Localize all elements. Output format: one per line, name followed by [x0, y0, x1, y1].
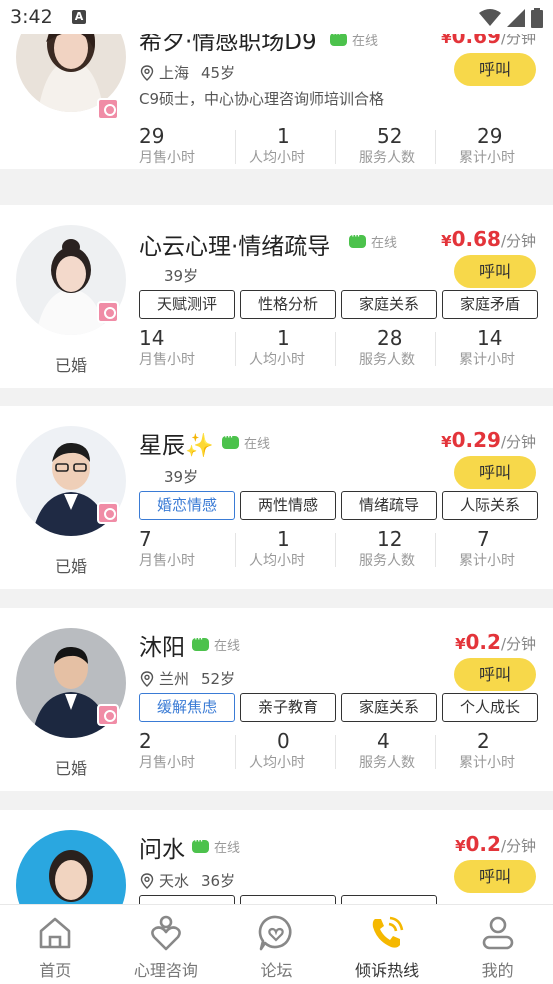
user-icon: [482, 916, 513, 950]
location-pin-icon: [140, 670, 154, 687]
signal-icon: [507, 9, 525, 27]
tag[interactable]: 性格分析: [240, 290, 336, 319]
expert-card[interactable]: 已婚 心云心理·情绪疏导 在线 ¥0.68/分钟 呼叫 39岁 天赋测评 性格分…: [0, 205, 553, 388]
tag[interactable]: 缓解焦虑: [139, 693, 235, 722]
expert-name[interactable]: 星辰✨: [139, 426, 214, 460]
call-button[interactable]: 呼叫: [454, 53, 536, 86]
age: 39岁: [164, 468, 199, 486]
marital-status: 已婚: [54, 557, 87, 576]
tab-counseling[interactable]: 心理咨询: [111, 905, 222, 984]
online-status: 在线: [222, 430, 270, 452]
call-button[interactable]: 呼叫: [454, 255, 536, 288]
location: 天水 36岁: [139, 870, 235, 891]
tab-forum[interactable]: 论坛: [221, 905, 332, 984]
tag[interactable]: 两性情感: [240, 491, 336, 520]
location-pin-icon: [140, 872, 154, 889]
call-button[interactable]: 呼叫: [454, 658, 536, 691]
online-status: 在线: [192, 632, 240, 654]
avatar[interactable]: [16, 830, 126, 904]
stats-row: 14 月售小时 1 人均小时 28 服务人数 14 累计小时: [139, 326, 539, 370]
price: ¥0.2/分钟: [455, 832, 536, 856]
tag[interactable]: 亲子教育: [240, 693, 336, 722]
wifi-icon: [479, 9, 501, 26]
price: ¥0.68/分钟: [441, 227, 536, 251]
female-badge-icon: [97, 301, 119, 323]
marital-status: 已婚: [54, 356, 87, 375]
location: 上海 45岁: [139, 62, 235, 83]
tab-mine[interactable]: 我的: [442, 905, 553, 984]
online-status: 在线: [192, 834, 240, 856]
chat-bubble-icon: [192, 834, 209, 853]
tag-list: 天赋测评 性格分析 家庭关系 家庭矛盾: [139, 290, 538, 319]
stats-row: 2 月售小时 0 人均小时 4 服务人数 2 累计小时: [139, 729, 539, 773]
tag[interactable]: 家庭关系: [341, 290, 437, 319]
tag[interactable]: 家庭矛盾: [442, 290, 538, 319]
tag[interactable]: 家庭关系: [341, 693, 437, 722]
call-button[interactable]: 呼叫: [454, 456, 536, 489]
tag-list: [139, 895, 437, 904]
chat-bubble-icon: [192, 632, 209, 651]
tag[interactable]: [341, 895, 437, 904]
location: 兰州 52岁: [139, 668, 235, 689]
home-icon: [39, 917, 71, 949]
stats-row: 7 月售小时 1 人均小时 12 服务人数 7 累计小时: [139, 527, 539, 571]
tag[interactable]: 个人成长: [442, 693, 538, 722]
female-badge-icon: [97, 704, 119, 726]
expert-name[interactable]: 心云心理·情绪疏导: [139, 227, 330, 261]
bottom-tab-bar: 首页 心理咨询 论坛 倾诉热线 我的: [0, 904, 553, 984]
call-button[interactable]: 呼叫: [454, 860, 536, 893]
tag[interactable]: [240, 895, 336, 904]
expert-card[interactable]: 问水 在线 ¥0.2/分钟 呼叫 天水 36岁: [0, 810, 553, 904]
status-time: 3:42: [10, 6, 53, 28]
price: ¥0.29/分钟: [441, 428, 536, 452]
expert-name[interactable]: 沐阳: [139, 628, 185, 662]
tag[interactable]: 天赋测评: [139, 290, 235, 319]
location-pin-icon: [140, 64, 154, 81]
tag[interactable]: [139, 895, 235, 904]
phone-icon: [372, 916, 404, 948]
intro-text: C9硕士，中心协心理咨询师培训合格: [139, 90, 385, 108]
chat-bubble-icon: [222, 430, 239, 449]
tab-hotline[interactable]: 倾诉热线: [332, 905, 443, 984]
status-bar: 3:42 A: [0, 0, 553, 34]
chat-bubble-icon: [330, 27, 347, 46]
tag[interactable]: 人际关系: [442, 491, 538, 520]
battery-icon: [531, 8, 543, 28]
notification-icon: A: [72, 10, 86, 24]
system-icons: [479, 8, 543, 28]
age: 39岁: [164, 267, 199, 285]
price: ¥0.2/分钟: [455, 630, 536, 654]
female-badge-icon: [97, 502, 119, 524]
stats-row: 29 月售小时 1 人均小时 52 服务人数 29 累计小时: [139, 124, 539, 168]
marital-status: 已婚: [54, 759, 87, 778]
heart-person-icon: [151, 915, 181, 951]
tab-home[interactable]: 首页: [0, 905, 111, 984]
tag-list: 缓解焦虑 亲子教育 家庭关系 个人成长: [139, 693, 538, 722]
expert-name[interactable]: 问水: [139, 830, 185, 864]
online-status: 在线: [349, 229, 397, 251]
forum-heart-icon: [259, 915, 292, 951]
expert-card[interactable]: 已婚 星辰✨ 在线 ¥0.29/分钟 呼叫 39岁 婚恋情感 两性情感 情绪疏导…: [0, 406, 553, 589]
expert-list[interactable]: 希夕·情感职场D9 在线 ¥0.69/分钟 呼叫 上海 45岁 C9硕士，中心协…: [0, 0, 553, 904]
tag[interactable]: 婚恋情感: [139, 491, 235, 520]
expert-card[interactable]: 已婚 沐阳 在线 ¥0.2/分钟 呼叫 兰州 52岁 缓解焦虑 亲子教育 家庭关…: [0, 608, 553, 791]
chat-bubble-icon: [349, 229, 366, 248]
female-badge-icon: [97, 98, 119, 120]
tag-list: 婚恋情感 两性情感 情绪疏导 人际关系: [139, 491, 538, 520]
tag[interactable]: 情绪疏导: [341, 491, 437, 520]
